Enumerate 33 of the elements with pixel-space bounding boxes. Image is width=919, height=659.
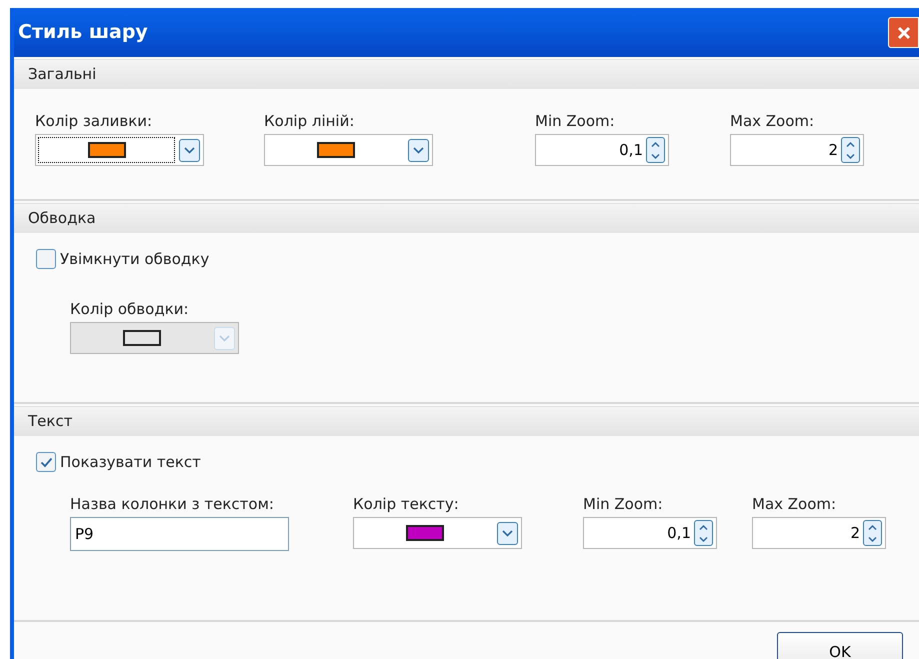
spin-arrows-icon[interactable] [863,520,882,546]
field-label: Max Zoom: [730,111,816,131]
field-label: Назва колонки з текстом: [70,494,275,514]
ok-button[interactable]: OK [777,632,903,659]
spin-arrows-icon[interactable] [841,137,860,163]
spin-field[interactable]: 2 [730,134,864,166]
field-label: Колір обводки: [70,299,190,319]
color-dropdown[interactable] [353,517,522,549]
text-input-field[interactable]: P9 [70,517,289,551]
field-label: Колір заливки: [35,111,154,131]
close-icon [896,24,912,40]
spin-arrows-icon[interactable] [646,137,665,163]
section-header: Обводка [14,203,919,233]
close-button[interactable] [888,17,919,48]
spin-field[interactable]: 0,1 [583,517,717,549]
checkbox-label: Увімкнути обводку [60,248,210,270]
color-dropdown[interactable] [35,134,204,166]
checkmark-icon [40,456,52,468]
section-header: Загальні [14,59,919,89]
checkbox-label: Показувати текст [60,452,201,473]
color-dropdown[interactable] [264,134,433,166]
window-title: Стиль шару [17,20,148,46]
spin-field[interactable]: 0,1 [535,134,669,166]
spin-field[interactable]: 2 [752,517,886,549]
field-label: Max Zoom: [752,494,838,514]
checkbox[interactable] [36,452,56,472]
field-label: Колір тексту: [353,494,460,514]
field-label: Min Zoom: [583,494,664,514]
spin-arrows-icon[interactable] [694,520,713,546]
field-label: Min Zoom: [535,111,616,131]
section-header: Текст [14,406,919,436]
checkbox[interactable] [36,249,56,269]
field-label: Колір ліній: [264,111,356,131]
